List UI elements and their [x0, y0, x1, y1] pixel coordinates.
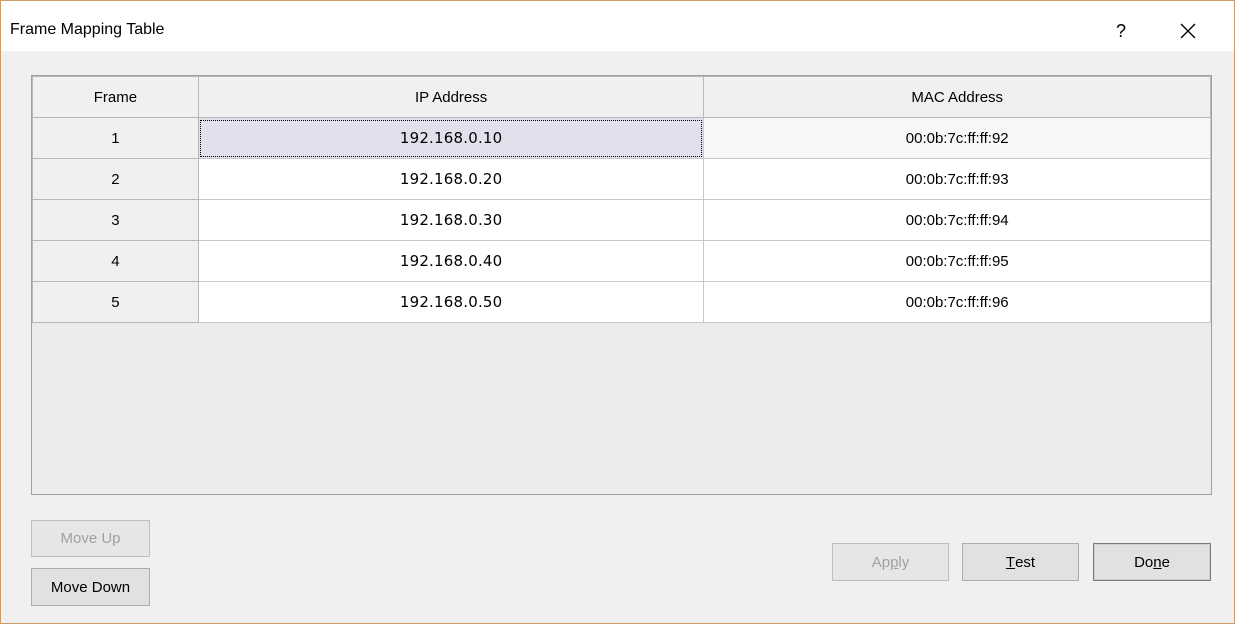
table-row[interactable]: 2 192.168.0.20 00:0b:7c:ff:ff:93: [32, 158, 1211, 200]
header-row: Frame IP Address MAC Address: [32, 76, 1211, 118]
frame-mapping-table: Frame IP Address MAC Address 1 192.168.0…: [32, 76, 1211, 323]
move-up-button[interactable]: Move Up: [31, 520, 150, 557]
ip-address-cell[interactable]: 192.168.0.50: [197, 281, 705, 323]
mac-address-cell[interactable]: 00:0b:7c:ff:ff:95: [703, 240, 1211, 282]
move-down-button[interactable]: Move Down: [31, 568, 150, 606]
mac-address-cell[interactable]: 00:0b:7c:ff:ff:93: [703, 158, 1211, 200]
test-button[interactable]: Test: [962, 543, 1079, 581]
frame-cell[interactable]: 1: [32, 117, 199, 159]
column-header-ip-address[interactable]: IP Address: [197, 76, 705, 118]
apply-mnemonic: p: [890, 553, 899, 571]
help-icon: ?: [1115, 20, 1126, 41]
done-label-start: Do: [1134, 553, 1154, 571]
frame-mapping-grid[interactable]: Frame IP Address MAC Address 1 192.168.0…: [31, 75, 1212, 495]
done-label-end: e: [1161, 553, 1170, 571]
ip-address-cell[interactable]: 192.168.0.10: [197, 117, 705, 159]
mac-address-cell[interactable]: 00:0b:7c:ff:ff:92: [703, 117, 1211, 159]
ip-address-cell[interactable]: 192.168.0.40: [197, 240, 705, 282]
help-button[interactable]: ?: [1101, 13, 1141, 49]
table-row[interactable]: 3 192.168.0.30 00:0b:7c:ff:ff:94: [32, 199, 1211, 241]
done-mnemonic: n: [1153, 553, 1162, 571]
test-label-end: est: [1015, 553, 1036, 571]
mac-address-cell[interactable]: 00:0b:7c:ff:ff:94: [703, 199, 1211, 241]
ip-address-cell[interactable]: 192.168.0.20: [197, 158, 705, 200]
frame-cell[interactable]: 3: [32, 199, 199, 241]
test-mnemonic: T: [1005, 553, 1016, 571]
frame-cell[interactable]: 5: [32, 281, 199, 323]
apply-label-end: ly: [898, 553, 910, 571]
window-title: Frame Mapping Table: [10, 21, 165, 38]
close-icon: [1180, 23, 1196, 39]
frame-cell[interactable]: 2: [32, 158, 199, 200]
frame-mapping-dialog: Frame Mapping Table ? Frame IP Address M…: [0, 0, 1235, 624]
frame-cell[interactable]: 4: [32, 240, 199, 282]
apply-label-start: Ap: [871, 553, 891, 571]
close-button[interactable]: [1159, 13, 1217, 49]
apply-button[interactable]: Ap p ly: [832, 543, 949, 581]
table-row[interactable]: 1 192.168.0.10 00:0b:7c:ff:ff:92: [32, 117, 1211, 159]
title-bar: Frame Mapping Table ?: [1, 1, 1234, 51]
done-button[interactable]: Do n e: [1093, 543, 1211, 581]
column-header-mac-address[interactable]: MAC Address: [703, 76, 1211, 118]
mac-address-cell[interactable]: 00:0b:7c:ff:ff:96: [703, 281, 1211, 323]
table-row[interactable]: 5 192.168.0.50 00:0b:7c:ff:ff:96: [32, 281, 1211, 323]
column-header-frame[interactable]: Frame: [32, 76, 199, 118]
table-row[interactable]: 4 192.168.0.40 00:0b:7c:ff:ff:95: [32, 240, 1211, 282]
ip-address-cell[interactable]: 192.168.0.30: [197, 199, 705, 241]
